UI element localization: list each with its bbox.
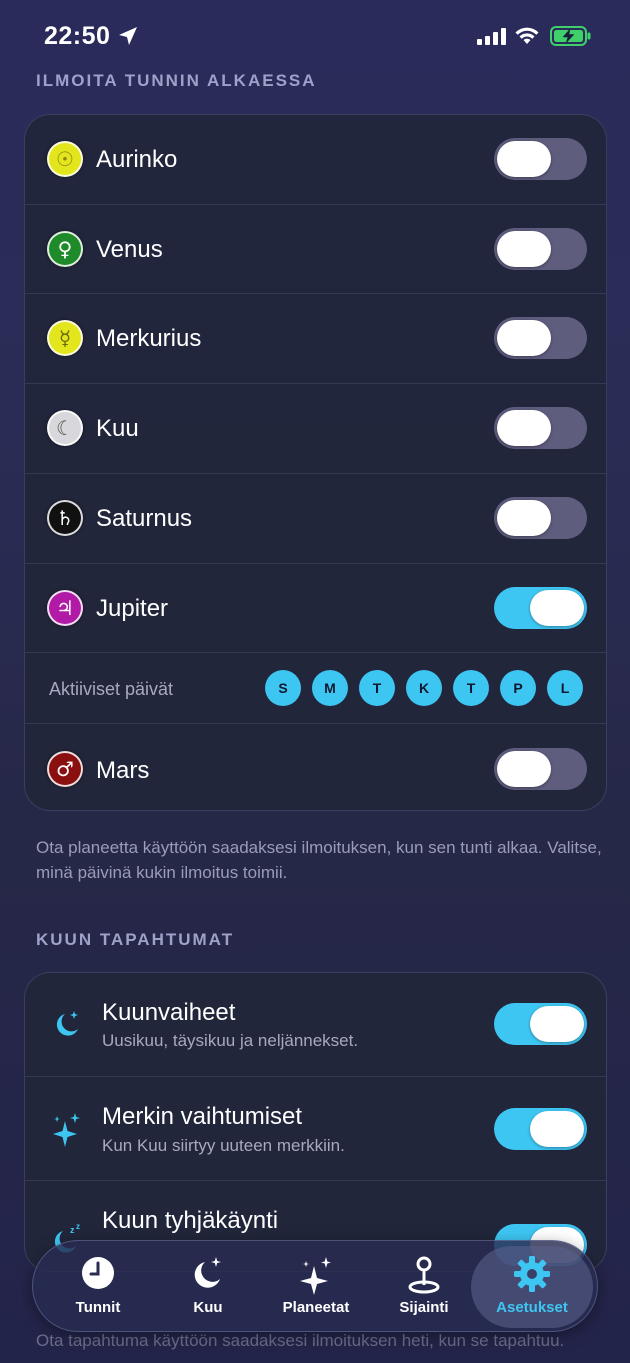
planet-label: Jupiter: [96, 595, 169, 622]
venus-symbol-icon: ♀: [47, 231, 83, 267]
planet-row-kuu: ☾ Kuu: [25, 383, 606, 473]
planet-label: Merkurius: [96, 325, 202, 352]
tab-label: Kuu: [193, 1299, 223, 1316]
toggle-venus[interactable]: [494, 228, 587, 270]
planet-label: Aurinko: [96, 146, 178, 173]
wifi-icon: [515, 27, 539, 44]
mercury-symbol-icon: ☿: [47, 320, 83, 356]
moon-event-row-phases: Kuunvaiheet Uusikuu, täysikuu ja neljänn…: [25, 973, 606, 1076]
day-toggle-t2[interactable]: T: [453, 670, 489, 706]
section-title-moon-events: KUUN TAPAHTUMAT: [36, 930, 235, 949]
cellular-signal-icon: [477, 28, 506, 45]
planet-label: Saturnus: [96, 505, 193, 532]
jupiter-symbol-icon: ♃: [47, 590, 83, 626]
toggle-moon-phases[interactable]: [494, 1003, 587, 1045]
day-toggle-m[interactable]: M: [312, 670, 348, 706]
sun-symbol-icon: ☉: [47, 141, 83, 177]
mars-symbol-icon: ♂: [47, 751, 83, 787]
planet-row-venus: ♀ Venus: [25, 204, 606, 294]
tab-kuu[interactable]: Kuu: [149, 1241, 267, 1333]
tab-label: Asetukset: [496, 1299, 568, 1316]
day-toggle-t1[interactable]: T: [359, 670, 395, 706]
clock-icon: [82, 1257, 114, 1289]
toggle-merkurius[interactable]: [494, 317, 587, 359]
toggle-saturnus[interactable]: [494, 497, 587, 539]
status-bar: 22:50: [0, 0, 630, 70]
day-toggle-l[interactable]: L: [547, 670, 583, 706]
toggle-kuu[interactable]: [494, 407, 587, 449]
day-toggle-p[interactable]: P: [500, 670, 536, 706]
planet-row-saturnus: ♄ Saturnus: [25, 473, 606, 563]
battery-charging-icon: [550, 26, 591, 46]
planet-label: Venus: [96, 236, 163, 263]
toggle-mars[interactable]: [494, 748, 587, 790]
planet-row-aurinko: ☉ Aurinko: [25, 115, 606, 205]
planet-row-mars: ♂ Mars: [25, 723, 606, 810]
svg-text:z: z: [70, 1225, 75, 1235]
tab-bar: Tunnit Kuu Planeetat Sijainti Asetukset: [32, 1240, 598, 1332]
planet-row-merkurius: ☿ Merkurius: [25, 293, 606, 383]
tab-asetukset[interactable]: Asetukset: [471, 1246, 593, 1328]
moon-events-card: Kuunvaiheet Uusikuu, täysikuu ja neljänn…: [24, 972, 607, 1272]
location-arrow-icon: [119, 27, 137, 45]
planet-label: Mars: [96, 757, 150, 784]
location-pin-icon: [408, 1256, 440, 1294]
svg-text:z: z: [76, 1222, 80, 1231]
toggle-sign-changes[interactable]: [494, 1108, 587, 1150]
tab-tunnit[interactable]: Tunnit: [39, 1241, 157, 1333]
sparkles-icon: [53, 1113, 80, 1147]
moon-event-title: Kuunvaiheet: [102, 999, 236, 1026]
day-toggle-s[interactable]: S: [265, 670, 301, 706]
toggle-jupiter[interactable]: [494, 587, 587, 629]
moon-stars-icon: [56, 1011, 78, 1036]
tab-label: Tunnit: [75, 1299, 121, 1316]
active-days-label: Aktiiviset päivät: [49, 679, 174, 699]
helper-text-planets: Ota planeetta käyttöön saadaksesi ilmoit…: [36, 838, 602, 882]
tab-label: Sijainti: [399, 1299, 449, 1316]
saturn-symbol-icon: ♄: [47, 500, 83, 536]
sparkles-icon: [300, 1257, 331, 1295]
section-title-hour-start: ILMOITA TUNNIN ALKAESSA: [36, 71, 317, 90]
planet-label: Kuu: [96, 415, 139, 442]
toggle-aurinko[interactable]: [494, 138, 587, 180]
moon-event-row-sign-changes: Merkin vaihtumiset Kun Kuu siirtyy uutee…: [25, 1076, 606, 1180]
moon-symbol-icon: ☾: [47, 410, 83, 446]
tab-label: Planeetat: [282, 1299, 350, 1316]
moon-stars-icon: [194, 1257, 221, 1288]
tab-planeetat[interactable]: Planeetat: [257, 1241, 375, 1333]
moon-event-subtitle: Kun Kuu siirtyy uuteen merkkiin.: [102, 1136, 345, 1155]
moon-event-title: Merkin vaihtumiset: [102, 1103, 303, 1130]
day-toggle-k[interactable]: K: [406, 670, 442, 706]
planet-notification-card: ☉ Aurinko ♀ Venus ☿ Merkurius ☾ Kuu ♄ Sa…: [24, 114, 607, 811]
moon-event-title: Kuun tyhjäkäynti: [102, 1207, 279, 1234]
planet-row-jupiter: ♃ Jupiter: [25, 563, 606, 653]
status-time: 22:50: [44, 22, 111, 50]
active-days-row: Aktiiviset päivät S M T K T P L: [25, 652, 606, 724]
moon-event-subtitle: Uusikuu, täysikuu ja neljännekset.: [102, 1031, 359, 1050]
tab-sijainti[interactable]: Sijainti: [365, 1241, 483, 1333]
gear-icon: [514, 1256, 550, 1292]
